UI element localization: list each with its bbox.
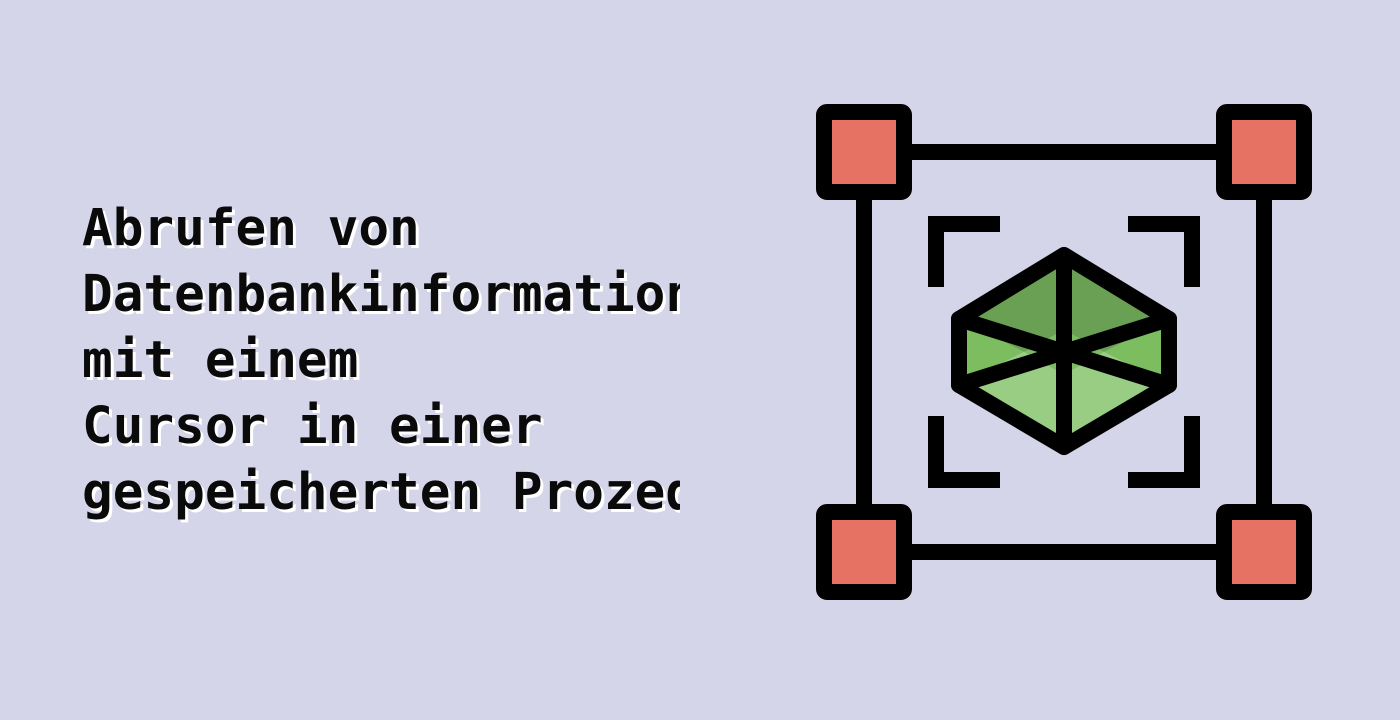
cube-selection-illustration	[812, 100, 1316, 604]
3d-cube-in-selection-frame-icon	[816, 104, 1312, 600]
corner-handle-top-right	[1216, 104, 1312, 200]
title-line-3: mit einem	[82, 331, 359, 390]
title-line-2: Datenbankinformationen	[82, 265, 680, 324]
page-title: Abrufen von Datenbankinformationen mit e…	[82, 196, 680, 526]
corner-handle-bottom-right	[1216, 504, 1312, 600]
corner-handle-bottom-left	[816, 504, 912, 600]
title-line-4: Cursor in einer	[82, 397, 543, 456]
title-line-5: gespeicherten Prozedur	[82, 463, 680, 522]
corner-handle-top-left	[816, 104, 912, 200]
title-line-1: Abrufen von	[82, 199, 420, 258]
